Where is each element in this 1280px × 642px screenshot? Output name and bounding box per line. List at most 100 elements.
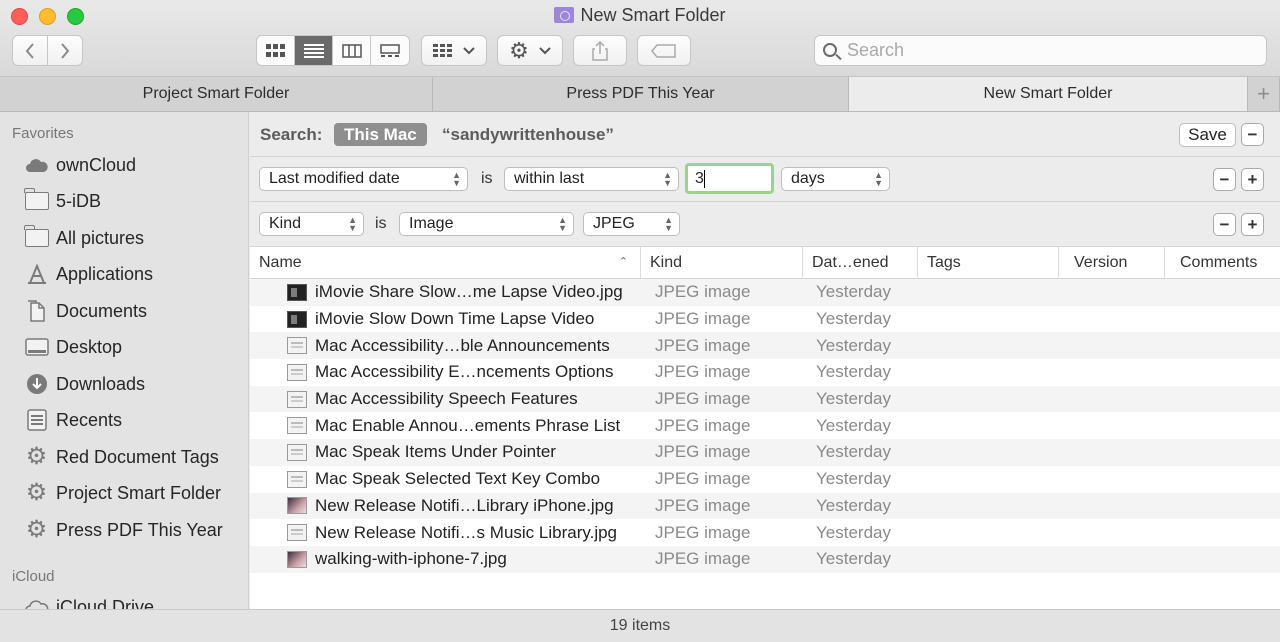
sidebar-item-label: Project Smart Folder bbox=[56, 482, 222, 503]
icon-view-button[interactable] bbox=[257, 36, 295, 65]
remove-search-button[interactable]: − bbox=[1241, 123, 1264, 146]
list-view-button[interactable] bbox=[295, 36, 333, 65]
sidebar-item-press-pdf-this-year[interactable]: ⚙ Press PDF This Year bbox=[24, 515, 223, 545]
table-row[interactable]: iMovie Share Slow…me Lapse Video.jpg JPEG… bbox=[250, 279, 1280, 306]
table-row[interactable]: Mac Speak Selected Text Key Combo JPEG im… bbox=[250, 465, 1280, 493]
operator-popup[interactable]: within last ▲ ▼ bbox=[504, 167, 679, 191]
file-kind: JPEG image bbox=[655, 362, 751, 382]
image-thumbnail-icon bbox=[287, 443, 307, 461]
table-row[interactable]: iMovie Slow Down Time Lapse Video JPEG im… bbox=[250, 305, 1280, 333]
new-tab-button[interactable]: + bbox=[1248, 77, 1280, 111]
table-row[interactable]: walking-with-iphone-7.jpg JPEG image Yeste… bbox=[250, 545, 1280, 573]
file-kind: JPEG image bbox=[655, 495, 751, 515]
gallery-icon bbox=[380, 43, 400, 57]
sidebar-item-label: Documents bbox=[56, 300, 148, 321]
share-button[interactable] bbox=[573, 35, 627, 66]
search-input[interactable] bbox=[847, 39, 1247, 62]
tags-button[interactable] bbox=[637, 35, 691, 66]
sidebar-item-5-idb[interactable]: 5-iDB bbox=[24, 186, 101, 216]
file-name: New Release Notifi…s Music Library.jpg bbox=[315, 522, 618, 542]
sidebar-item-recents[interactable]: Recents bbox=[24, 405, 122, 435]
attribute-popup[interactable]: Last modified date ▲ ▼ bbox=[259, 167, 468, 191]
column-header-label: Kind bbox=[650, 253, 683, 271]
image-thumbnail-icon bbox=[287, 283, 307, 301]
column-header-label: Comments bbox=[1180, 253, 1258, 271]
sidebar-item-all-pictures[interactable]: All pictures bbox=[24, 223, 144, 253]
column-header-name[interactable]: Name ⌃ bbox=[250, 247, 641, 278]
column-header-tags[interactable]: Tags bbox=[918, 247, 1059, 278]
table-row[interactable]: Mac Enable Annou…ements Phrase List JPEG … bbox=[250, 412, 1280, 440]
gallery-view-button[interactable] bbox=[371, 36, 409, 65]
column-header-comments[interactable]: Comments bbox=[1165, 247, 1280, 278]
file-date: Yesterday bbox=[816, 469, 891, 489]
column-view-button[interactable] bbox=[333, 36, 371, 65]
criteria-row-1: Last modified date ▲ ▼ is within last ▲ ▼ … bbox=[250, 157, 1280, 202]
sort-ascending-icon: ⌃ bbox=[618, 256, 628, 268]
file-name: Mac Speak Items Under Pointer bbox=[315, 442, 556, 462]
image-thumbnail-icon bbox=[287, 363, 307, 381]
attribute-popup[interactable]: Kind ▲ ▼ bbox=[259, 212, 364, 236]
scope-user-button[interactable]: “sandywrittenhouse” bbox=[442, 125, 614, 145]
image-thumbnail-icon bbox=[287, 524, 307, 542]
column-header-date-opened[interactable]: Dat…ened bbox=[803, 247, 918, 278]
column-header-version[interactable]: Version bbox=[1059, 247, 1165, 278]
add-criteria-button[interactable]: + bbox=[1241, 213, 1264, 236]
group-by-button[interactable] bbox=[421, 35, 487, 66]
file-name: walking-with-iphone-7.jpg bbox=[315, 549, 507, 569]
table-row[interactable]: Mac Accessibility…ble Announcements JPEG … bbox=[250, 332, 1280, 360]
sidebar: Favorites ownCloud 5-iDB All pictures Ap… bbox=[0, 112, 249, 609]
criteria-value-input[interactable]: 3 bbox=[685, 163, 774, 194]
gear-icon: ⚙ bbox=[509, 37, 529, 63]
forward-button[interactable] bbox=[47, 35, 83, 66]
view-mode-segmented-control[interactable] bbox=[256, 35, 410, 66]
main-content: Search: This Mac “sandywrittenhouse” Sav… bbox=[250, 112, 1280, 609]
file-kind: JPEG image bbox=[655, 335, 751, 355]
file-date: Yesterday bbox=[816, 522, 891, 542]
search-field[interactable] bbox=[814, 35, 1267, 66]
plus-icon: + bbox=[1247, 215, 1258, 234]
back-button[interactable] bbox=[12, 35, 48, 66]
file-kind: JPEG image bbox=[655, 309, 751, 329]
sidebar-item-owncloud[interactable]: ownCloud bbox=[24, 150, 136, 180]
kind-popup[interactable]: Image ▲ ▼ bbox=[399, 212, 574, 236]
remove-criteria-button[interactable]: − bbox=[1213, 168, 1236, 191]
cloud-icon bbox=[24, 154, 49, 176]
save-button[interactable]: Save bbox=[1179, 123, 1236, 147]
window-title-text: New Smart Folder bbox=[580, 5, 726, 25]
action-menu-button[interactable]: ⚙ bbox=[497, 35, 563, 66]
sidebar-item-red-document-tags[interactable]: ⚙ Red Document Tags bbox=[24, 442, 219, 472]
sidebar-item-label: ownCloud bbox=[56, 154, 137, 175]
scope-this-mac-button[interactable]: This Mac bbox=[334, 123, 427, 146]
column-header-kind[interactable]: Kind bbox=[641, 247, 803, 278]
table-row[interactable]: Mac Speak Items Under Pointer JPEG image Y… bbox=[250, 439, 1280, 466]
file-date: Yesterday bbox=[816, 495, 891, 515]
file-kind: JPEG image bbox=[655, 522, 751, 542]
table-row[interactable]: Mac Accessibility Speech Features JPEG im… bbox=[250, 385, 1280, 413]
table-row[interactable]: New Release Notifi…Library iPhone.jpg JPE… bbox=[250, 492, 1280, 520]
sidebar-item-icloud-drive[interactable]: iCloud Drive bbox=[24, 592, 154, 609]
tab-press-pdf-this-year[interactable]: Press PDF This Year bbox=[433, 77, 849, 111]
sidebar-item-project-smart-folder[interactable]: ⚙ Project Smart Folder bbox=[24, 478, 221, 508]
unit-popup[interactable]: days ▲ ▼ bbox=[781, 167, 890, 191]
image-type-popup[interactable]: JPEG ▲ ▼ bbox=[583, 212, 680, 236]
popup-value: Kind bbox=[269, 215, 302, 232]
sidebar-item-documents[interactable]: Documents bbox=[24, 296, 147, 326]
file-date: Yesterday bbox=[816, 282, 891, 302]
grid-icon bbox=[433, 43, 452, 57]
sidebar-item-applications[interactable]: Applications bbox=[24, 259, 153, 289]
document-icon bbox=[24, 300, 49, 322]
search-scope-label: Search: bbox=[260, 125, 323, 144]
sidebar-item-label: Downloads bbox=[56, 373, 146, 394]
tab-label: Press PDF This Year bbox=[566, 85, 715, 102]
table-row[interactable]: Mac Accessibility E…ncements Options JPEG… bbox=[250, 359, 1280, 386]
desktop-icon bbox=[24, 336, 49, 358]
gear-icon: ⚙ bbox=[25, 479, 48, 506]
tab-new-smart-folder[interactable]: New Smart Folder bbox=[849, 77, 1248, 111]
sidebar-item-downloads[interactable]: Downloads bbox=[24, 369, 145, 399]
tab-project-smart-folder[interactable]: Project Smart Folder bbox=[0, 77, 433, 111]
folder-icon bbox=[24, 188, 49, 212]
add-criteria-button[interactable]: + bbox=[1241, 168, 1264, 191]
remove-criteria-button[interactable]: − bbox=[1213, 213, 1236, 236]
table-row[interactable]: New Release Notifi…s Music Library.jpg JP… bbox=[250, 519, 1280, 546]
sidebar-item-desktop[interactable]: Desktop bbox=[24, 332, 122, 362]
